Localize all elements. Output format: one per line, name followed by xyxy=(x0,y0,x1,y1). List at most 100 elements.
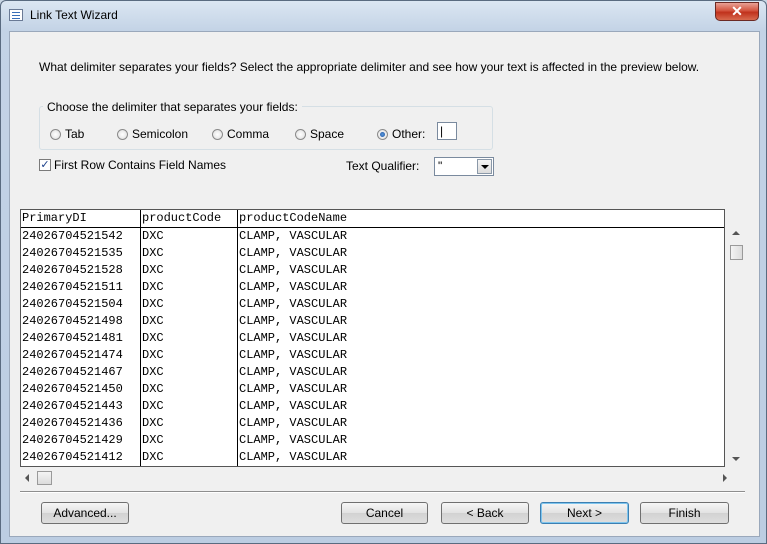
table-cell: 24026704521511 xyxy=(21,279,141,296)
scroll-up-arrow-icon[interactable] xyxy=(732,231,740,235)
table-cell: CLAMP, VASCULAR xyxy=(239,280,348,294)
table-cell: CLAMP, VASCULAR xyxy=(239,331,348,345)
text-qualifier-label: Text Qualifier: xyxy=(346,159,420,173)
table-cell: 24026704521443 xyxy=(21,398,141,415)
table-cell: CLAMP, VASCULAR xyxy=(239,348,348,362)
table-cell: CLAMP, VASCULAR xyxy=(239,450,348,464)
table-cell: 24026704521498 xyxy=(21,313,141,330)
advanced-button[interactable]: Advanced... xyxy=(41,502,129,524)
table-cell: 24026704521481 xyxy=(21,330,141,347)
table-row: 24026704521511 DXC CLAMP, VASCULAR xyxy=(21,279,724,296)
preview-table: PrimaryDI productCode productCodeName 24… xyxy=(21,210,724,466)
table-cell: CLAMP, VASCULAR xyxy=(239,399,348,413)
radio-button-icon[interactable] xyxy=(117,128,128,140)
back-button[interactable]: < Back xyxy=(441,502,529,524)
table-cell: 24026704521467 xyxy=(21,364,141,381)
table-cell: DXC xyxy=(141,347,238,364)
table-cell: DXC xyxy=(141,228,238,245)
table-cell: DXC xyxy=(141,398,238,415)
radio-other[interactable]: Other: xyxy=(377,126,425,142)
table-row: 24026704521528 DXC CLAMP, VASCULAR xyxy=(21,262,724,279)
instruction-text: What delimiter separates your fields? Se… xyxy=(39,60,700,74)
table-row: 24026704521412 DXC CLAMP, VASCULAR xyxy=(21,449,724,466)
radio-tab-label: Tab xyxy=(65,127,85,141)
scroll-thumb[interactable] xyxy=(730,245,743,260)
table-cell: DXC xyxy=(141,245,238,262)
table-cell: 24026704521535 xyxy=(21,245,141,262)
table-row: 24026704521535 DXC CLAMP, VASCULAR xyxy=(21,245,724,262)
table-cell: DXC xyxy=(141,279,238,296)
table-cell: 24026704521450 xyxy=(21,381,141,398)
first-row-field-names-label: First Row Contains Field Names xyxy=(54,158,227,172)
text-qualifier-value: " xyxy=(438,159,443,173)
radio-button-icon[interactable] xyxy=(50,128,61,140)
radio-space[interactable]: Space xyxy=(295,126,344,142)
radio-button-selected-icon[interactable] xyxy=(377,128,388,140)
divider xyxy=(20,491,745,493)
table-cell: DXC xyxy=(141,330,238,347)
scroll-left-arrow-icon[interactable] xyxy=(25,474,29,482)
radio-semicolon[interactable]: Semicolon xyxy=(117,126,188,142)
table-row: 24026704521429 DXC CLAMP, VASCULAR xyxy=(21,432,724,449)
preview-header-row: PrimaryDI productCode productCodeName xyxy=(21,210,724,228)
table-cell: DXC xyxy=(141,415,238,432)
table-cell: DXC xyxy=(141,449,238,466)
close-button[interactable]: ✕ xyxy=(715,2,759,21)
radio-tab[interactable]: Tab xyxy=(50,126,84,142)
table-cell: 24026704521412 xyxy=(21,449,141,466)
table-row: 24026704521542 DXC CLAMP, VASCULAR xyxy=(21,228,724,245)
table-row: 24026704521504 DXC CLAMP, VASCULAR xyxy=(21,296,724,313)
scroll-right-arrow-icon[interactable] xyxy=(723,474,727,482)
table-cell: CLAMP, VASCULAR xyxy=(239,297,348,311)
table-cell: 24026704521436 xyxy=(21,415,141,432)
app-icon xyxy=(9,9,23,21)
table-cell: 24026704521429 xyxy=(21,432,141,449)
table-cell: DXC xyxy=(141,364,238,381)
column-header-primarydi[interactable]: PrimaryDI xyxy=(21,210,141,227)
radio-button-icon[interactable] xyxy=(295,128,306,140)
table-row: 24026704521481 DXC CLAMP, VASCULAR xyxy=(21,330,724,347)
cancel-button[interactable]: Cancel xyxy=(341,502,428,524)
column-header-productcodename[interactable]: productCodeName xyxy=(238,210,347,227)
table-cell: DXC xyxy=(141,296,238,313)
other-delimiter-input[interactable] xyxy=(437,122,457,140)
horizontal-scrollbar[interactable] xyxy=(20,470,727,486)
vertical-scrollbar[interactable] xyxy=(728,227,744,467)
title-bar: Link Text Wizard ✕ xyxy=(1,1,766,31)
next-button[interactable]: Next > xyxy=(540,502,629,524)
table-cell: CLAMP, VASCULAR xyxy=(239,263,348,277)
radio-other-label: Other: xyxy=(392,127,426,141)
table-row: 24026704521474 DXC CLAMP, VASCULAR xyxy=(21,347,724,364)
column-header-productcode[interactable]: productCode xyxy=(141,210,238,227)
radio-semicolon-label: Semicolon xyxy=(132,127,189,141)
text-qualifier-select[interactable]: " xyxy=(434,157,494,176)
table-cell: CLAMP, VASCULAR xyxy=(239,382,348,396)
radio-button-icon[interactable] xyxy=(212,128,223,140)
table-cell: DXC xyxy=(141,381,238,398)
table-cell: DXC xyxy=(141,432,238,449)
chevron-down-icon[interactable] xyxy=(477,159,492,174)
table-row: 24026704521450 DXC CLAMP, VASCULAR xyxy=(21,381,724,398)
scroll-down-arrow-icon[interactable] xyxy=(732,457,740,461)
first-row-field-names-option[interactable]: ✓ First Row Contains Field Names xyxy=(39,158,226,172)
window-title: Link Text Wizard xyxy=(30,8,118,22)
table-cell: CLAMP, VASCULAR xyxy=(239,433,348,447)
table-row: 24026704521436 DXC CLAMP, VASCULAR xyxy=(21,415,724,432)
table-cell: DXC xyxy=(141,262,238,279)
table-cell: 24026704521504 xyxy=(21,296,141,313)
table-row: 24026704521467 DXC CLAMP, VASCULAR xyxy=(21,364,724,381)
scroll-thumb[interactable] xyxy=(37,471,52,485)
delimiter-group-label: Choose the delimiter that separates your… xyxy=(43,100,302,114)
preview-grid[interactable]: PrimaryDI productCode productCodeName 24… xyxy=(20,209,725,467)
finish-button[interactable]: Finish xyxy=(640,502,729,524)
checkbox-checked-icon[interactable]: ✓ xyxy=(39,159,51,171)
radio-comma[interactable]: Comma xyxy=(212,126,269,142)
table-cell: CLAMP, VASCULAR xyxy=(239,246,348,260)
table-row: 24026704521443 DXC CLAMP, VASCULAR xyxy=(21,398,724,415)
table-cell: DXC xyxy=(141,313,238,330)
link-text-wizard-window: Link Text Wizard ✕ What delimiter separa… xyxy=(0,0,767,544)
table-cell: CLAMP, VASCULAR xyxy=(239,365,348,379)
table-cell: CLAMP, VASCULAR xyxy=(239,314,348,328)
table-cell: 24026704521474 xyxy=(21,347,141,364)
table-cell: 24026704521542 xyxy=(21,228,141,245)
